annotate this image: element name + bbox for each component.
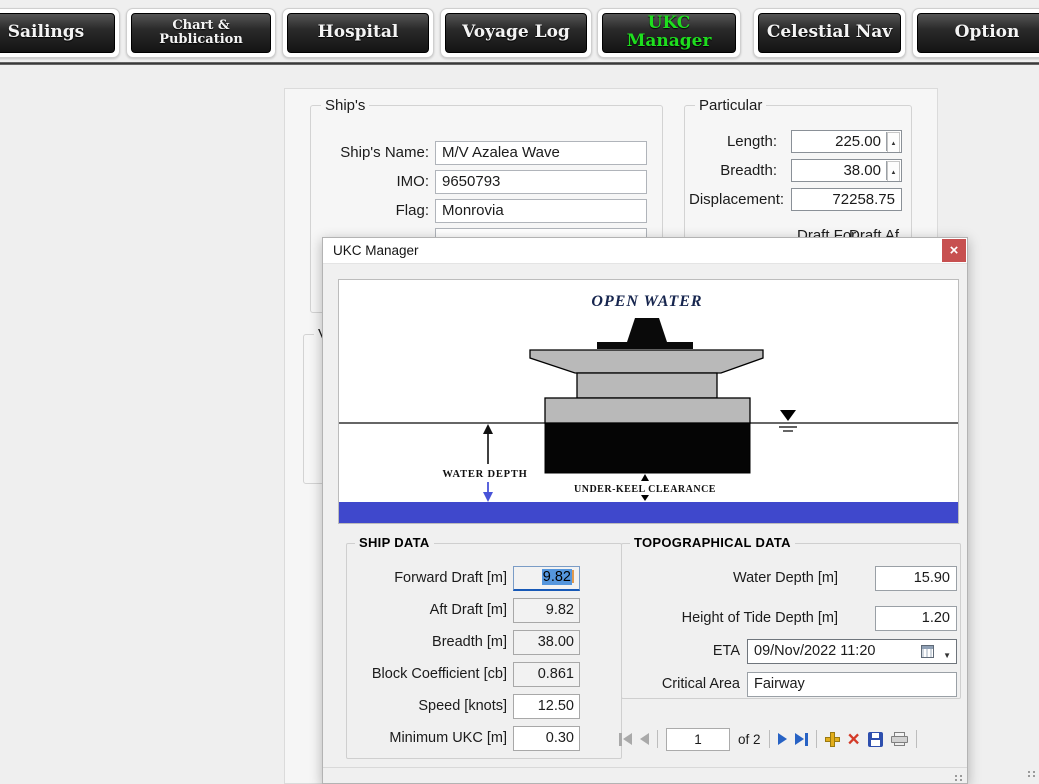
- ship-funnel: [627, 318, 667, 342]
- ships-name-field[interactable]: M/V Azalea Wave: [435, 141, 647, 165]
- spin-up-icon: ▲: [887, 161, 900, 181]
- flag-label: Flag:: [395, 202, 429, 219]
- nav-button-sailings[interactable]: Sailings: [0, 8, 120, 58]
- calendar-icon[interactable]: [921, 645, 934, 658]
- ukc-arrow-up: [641, 474, 649, 481]
- nav-button-hospital[interactable]: Hospital: [282, 8, 434, 58]
- water-depth-arrow-down: [483, 492, 493, 502]
- block-coefficient-label: Block Coefficient [cb]: [371, 666, 507, 682]
- particular-group-title: Particular: [695, 97, 767, 114]
- ukc-manager-dialog: UKC Manager × OPEN WATER WATER DEPTH UND…: [322, 237, 968, 784]
- length-label: Length:: [726, 133, 777, 150]
- nav-button-voyage-log[interactable]: Voyage Log: [440, 8, 592, 58]
- block-coefficient-field[interactable]: 0.861: [513, 662, 580, 687]
- dialog-title: UKC Manager: [333, 243, 419, 258]
- diagram-title: OPEN WATER: [591, 293, 702, 310]
- navigator-separator: [657, 730, 658, 748]
- height-of-tide-field[interactable]: 1.20: [875, 606, 957, 631]
- forward-draft-label: Forward Draft [m]: [394, 570, 507, 586]
- spin-up-icon: ▲: [887, 132, 900, 152]
- ship-hull-submerged: [544, 422, 751, 474]
- move-last-icon[interactable]: [794, 732, 808, 746]
- displacement-label: Displacement:: [689, 191, 785, 208]
- navigator-separator: [815, 730, 817, 748]
- text-caret: [572, 570, 574, 583]
- imo-label: IMO:: [396, 173, 430, 190]
- ukc-diagram-panel: OPEN WATER WATER DEPTH UNDER-KEEL CLEARA…: [338, 279, 959, 524]
- nav-button-celestial-nav[interactable]: Celestial Nav: [753, 8, 906, 58]
- minimum-ukc-field[interactable]: 0.30: [513, 726, 580, 751]
- navbar-divider: [0, 62, 1039, 65]
- topo-data-title: TOPOGRAPHICAL DATA: [630, 535, 795, 550]
- eta-label: ETA: [712, 643, 740, 659]
- record-count-label: of 2: [738, 731, 761, 747]
- critical-area-field[interactable]: Fairway: [747, 672, 957, 697]
- move-first-icon[interactable]: [619, 732, 632, 746]
- record-navigator: 1 of 2 ×: [619, 722, 969, 756]
- minimum-ukc-label: Minimum UKC [m]: [389, 730, 507, 746]
- breadth-label: Breadth:: [720, 162, 777, 179]
- ships-name-label: Ship's Name:: [340, 144, 429, 161]
- dialog-resize-grip[interactable]: [955, 775, 963, 781]
- imo-field[interactable]: 9650793: [435, 170, 647, 194]
- topo-data-groupbox: TOPOGRAPHICAL DATA Water Depth [m] 15.90…: [621, 535, 961, 699]
- aft-draft-field[interactable]: 9.82: [513, 598, 580, 623]
- breadth-m-field[interactable]: 38.00: [513, 630, 580, 655]
- close-icon[interactable]: ×: [942, 239, 966, 262]
- seabed-bar: [339, 502, 958, 523]
- breadth-spin-buttons[interactable]: ▲▼: [886, 161, 900, 181]
- nav-button-option[interactable]: Option: [912, 8, 1039, 58]
- print-icon[interactable]: [890, 732, 908, 746]
- move-previous-icon[interactable]: [640, 733, 649, 745]
- length-spin-buttons[interactable]: ▲▼: [886, 132, 900, 152]
- critical-area-label: Critical Area: [661, 676, 740, 692]
- navigator-separator: [768, 730, 770, 748]
- ship-freeboard: [544, 397, 751, 424]
- speed-field[interactable]: 12.50: [513, 694, 580, 719]
- breadth-spinner[interactable]: 38.00 ▲▼: [791, 159, 902, 182]
- record-position-input[interactable]: 1: [666, 727, 730, 751]
- breadth-m-label: Breadth [m]: [432, 634, 507, 650]
- length-spinner[interactable]: 225.00 ▲▼: [791, 130, 902, 153]
- height-of-tide-label: Height of Tide Depth [m]: [681, 610, 838, 626]
- ship-superstructure: [576, 372, 718, 399]
- delete-icon[interactable]: ×: [848, 729, 860, 750]
- water-depth-label: WATER DEPTH: [442, 469, 527, 480]
- move-next-icon[interactable]: [777, 733, 787, 745]
- window-resize-grip[interactable]: [1028, 771, 1036, 777]
- dialog-titlebar[interactable]: UKC Manager ×: [323, 238, 967, 264]
- ukc-diagram: OPEN WATER WATER DEPTH UNDER-KEEL CLEARA…: [339, 293, 958, 523]
- nav-button-chart-publication[interactable]: Chart & Publication: [126, 8, 276, 58]
- ship-data-groupbox: SHIP DATA Forward Draft [m] 9.82 Aft Dra…: [346, 535, 622, 759]
- water-depth-field-label: Water Depth [m]: [732, 570, 838, 586]
- ship-mast-deck: [597, 342, 693, 349]
- ship-bridge-wing: [529, 349, 764, 374]
- ship-data-title: SHIP DATA: [355, 535, 434, 550]
- calendar-dropdown-icon[interactable]: ▼: [943, 644, 951, 667]
- save-icon[interactable]: [867, 731, 883, 747]
- displacement-field[interactable]: 72258.75: [791, 188, 902, 211]
- forward-draft-field[interactable]: 9.82: [513, 566, 580, 591]
- nav-button-ukc-manager[interactable]: UKC Manager: [597, 8, 741, 58]
- speed-label: Speed [knots]: [418, 698, 507, 714]
- water-depth-field[interactable]: 15.90: [875, 566, 957, 591]
- ukc-label: UNDER-KEEL CLEARANCE: [574, 484, 716, 495]
- draft-mark-icon: [780, 410, 796, 421]
- flag-field[interactable]: Monrovia: [435, 199, 647, 223]
- navigator-separator: [915, 730, 917, 748]
- eta-datetime-picker[interactable]: 09/Nov/2022 11:20 ▼: [747, 639, 957, 664]
- aft-draft-label: Aft Draft [m]: [429, 602, 507, 618]
- add-new-icon[interactable]: [824, 731, 840, 747]
- ukc-arrow-down: [641, 495, 649, 501]
- dialog-bottom-divider: [323, 767, 967, 768]
- ships-group-title: Ship's: [321, 97, 370, 114]
